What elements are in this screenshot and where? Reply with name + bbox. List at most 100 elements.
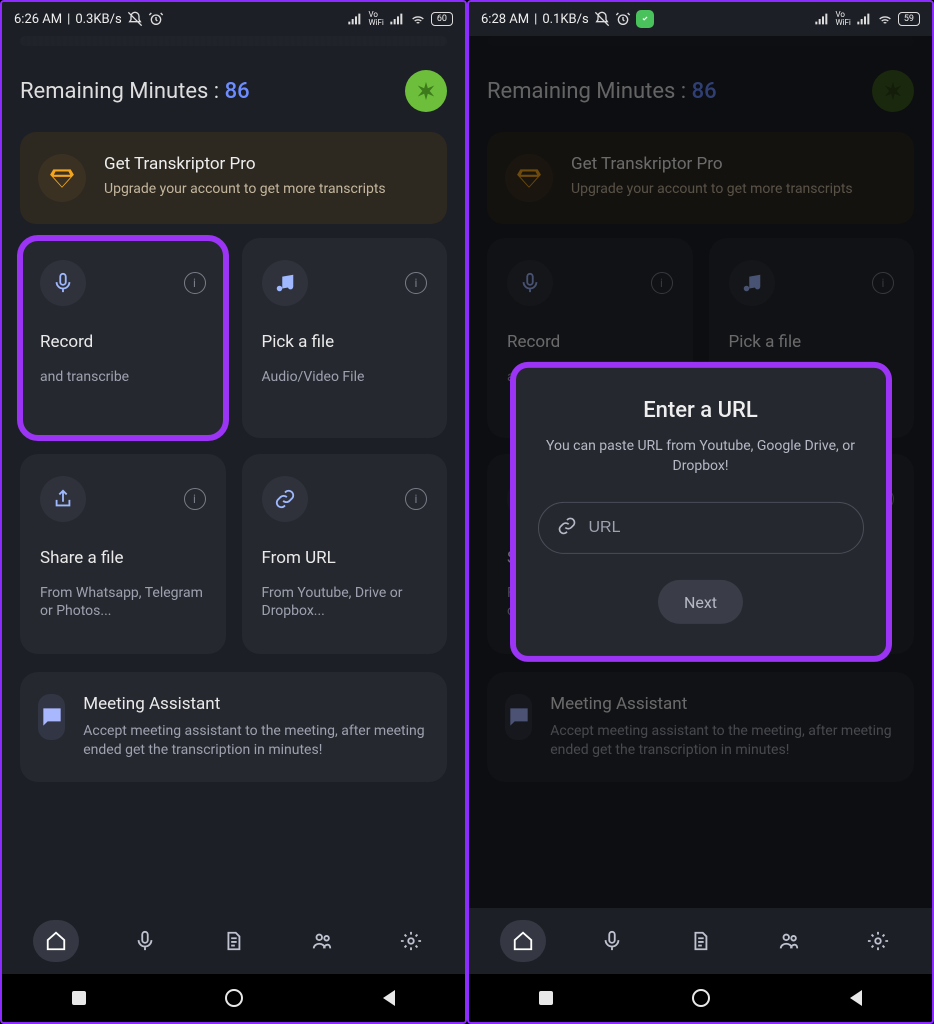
- card-subtitle: Audio/Video File: [262, 368, 428, 386]
- card-title: Pick a file: [262, 332, 428, 352]
- sparkle-chat-icon: [505, 694, 532, 740]
- url-input-container: [538, 502, 864, 554]
- card-record[interactable]: i Record and transcribe: [20, 238, 226, 438]
- card-title: From URL: [262, 548, 428, 568]
- enter-url-modal: Enter a URL You can paste URL from Youtu…: [516, 368, 886, 656]
- mic-icon: [40, 260, 86, 306]
- promo-title: Get Transkriptor Pro: [104, 154, 386, 174]
- card-from-url[interactable]: i From URL From Youtube, Drive or Dropbo…: [242, 454, 448, 654]
- wifi-icon: [410, 11, 426, 27]
- signal-icon: [814, 11, 830, 27]
- status-bar: 6:26 AM | 0.3KB/s VoWiFi 60: [2, 2, 465, 36]
- battery-icon: 60: [431, 12, 453, 26]
- card-subtitle: From Whatsapp, Telegram or Photos...: [40, 584, 206, 620]
- modal-subtitle: You can paste URL from Youtube, Google D…: [538, 437, 864, 476]
- remaining-minutes: Remaining Minutes : 86: [487, 79, 717, 104]
- info-icon[interactable]: i: [405, 488, 427, 510]
- wifi-icon: [877, 11, 893, 27]
- nav-record[interactable]: [122, 920, 168, 962]
- alarm-icon: [148, 11, 164, 27]
- redacted-bar: [487, 36, 914, 46]
- status-time: 6:28 AM: [481, 12, 529, 27]
- nav-home[interactable]: [33, 920, 79, 962]
- info-icon[interactable]: i: [405, 272, 427, 294]
- music-icon: [729, 260, 775, 306]
- meeting-assistant-card[interactable]: Meeting Assistant Accept meeting assista…: [487, 672, 914, 782]
- info-icon[interactable]: i: [184, 272, 206, 294]
- signal-icon: [856, 11, 872, 27]
- app-header: Remaining Minutes : 86: [2, 54, 465, 122]
- diamond-icon: [38, 154, 86, 202]
- signal-icon: [347, 11, 363, 27]
- nav-contacts[interactable]: [766, 920, 812, 962]
- nav-record[interactable]: [589, 920, 635, 962]
- nav-files[interactable]: [210, 920, 256, 962]
- vowifi-icon: VoWiFi: [835, 11, 850, 27]
- system-recent-icon[interactable]: [539, 991, 553, 1005]
- bottom-nav: [469, 908, 932, 974]
- bell-muted-icon: [594, 11, 610, 27]
- share-icon: [40, 476, 86, 522]
- mic-icon: [507, 260, 553, 306]
- assistant-title: Meeting Assistant: [83, 694, 429, 714]
- promo-subtitle: Upgrade your account to get more transcr…: [571, 180, 853, 199]
- signal-icon: [389, 11, 405, 27]
- promo-subtitle: Upgrade your account to get more transcr…: [104, 180, 386, 199]
- meeting-assistant-card[interactable]: Meeting Assistant Accept meeting assista…: [20, 672, 447, 782]
- app-header: Remaining Minutes : 86: [469, 54, 932, 122]
- bottom-nav: [2, 908, 465, 974]
- promo-card[interactable]: Get Transkriptor Pro Upgrade your accoun…: [487, 132, 914, 224]
- system-nav: [2, 974, 465, 1022]
- app-badge-icon: [636, 10, 654, 28]
- nav-settings[interactable]: [388, 920, 434, 962]
- system-home-icon[interactable]: [692, 989, 710, 1007]
- info-icon[interactable]: i: [651, 272, 673, 294]
- redacted-bar: [20, 36, 447, 46]
- system-home-icon[interactable]: [225, 989, 243, 1007]
- phone-screen-right: 6:28 AM | 0.1KB/s VoWiFi 59 Remaining Mi…: [467, 0, 934, 1024]
- status-bar: 6:28 AM | 0.1KB/s VoWiFi 59: [469, 2, 932, 36]
- link-icon: [557, 516, 577, 540]
- modal-title: Enter a URL: [538, 398, 864, 423]
- info-icon[interactable]: i: [184, 488, 206, 510]
- battery-icon: 59: [898, 12, 920, 26]
- phone-screen-left: 6:26 AM | 0.3KB/s VoWiFi 60 Remaining Mi…: [0, 0, 467, 1024]
- card-pick-file[interactable]: i Pick a file Audio/Video File: [242, 238, 448, 438]
- promo-card[interactable]: Get Transkriptor Pro Upgrade your accoun…: [20, 132, 447, 224]
- nav-contacts[interactable]: [299, 920, 345, 962]
- nav-home[interactable]: [500, 920, 546, 962]
- avatar[interactable]: [872, 70, 914, 112]
- status-time: 6:26 AM: [14, 12, 62, 27]
- card-title: Record: [507, 332, 673, 352]
- promo-title: Get Transkriptor Pro: [571, 154, 853, 174]
- card-subtitle: From Youtube, Drive or Dropbox...: [262, 584, 428, 620]
- remaining-minutes: Remaining Minutes : 86: [20, 79, 250, 104]
- status-rate: 0.1KB/s: [542, 12, 588, 27]
- assistant-title: Meeting Assistant: [550, 694, 896, 714]
- card-share-file[interactable]: i Share a file From Whatsapp, Telegram o…: [20, 454, 226, 654]
- system-back-icon[interactable]: [383, 990, 395, 1006]
- card-title: Share a file: [40, 548, 206, 568]
- diamond-icon: [505, 154, 553, 202]
- status-rate: 0.3KB/s: [75, 12, 121, 27]
- url-input[interactable]: [589, 519, 845, 537]
- card-subtitle: and transcribe: [40, 368, 206, 386]
- link-icon: [262, 476, 308, 522]
- system-nav: [469, 974, 932, 1022]
- card-title: Pick a file: [729, 332, 895, 352]
- nav-files[interactable]: [677, 920, 723, 962]
- assistant-subtitle: Accept meeting assistant to the meeting,…: [550, 722, 896, 760]
- system-recent-icon[interactable]: [72, 991, 86, 1005]
- next-button[interactable]: Next: [658, 580, 743, 624]
- info-icon[interactable]: i: [872, 272, 894, 294]
- vowifi-icon: VoWiFi: [368, 11, 383, 27]
- alarm-icon: [615, 11, 631, 27]
- music-icon: [262, 260, 308, 306]
- assistant-subtitle: Accept meeting assistant to the meeting,…: [83, 722, 429, 760]
- sparkle-chat-icon: [38, 694, 65, 740]
- avatar[interactable]: [405, 70, 447, 112]
- nav-settings[interactable]: [855, 920, 901, 962]
- card-title: Record: [40, 332, 206, 352]
- system-back-icon[interactable]: [850, 990, 862, 1006]
- bell-muted-icon: [127, 11, 143, 27]
